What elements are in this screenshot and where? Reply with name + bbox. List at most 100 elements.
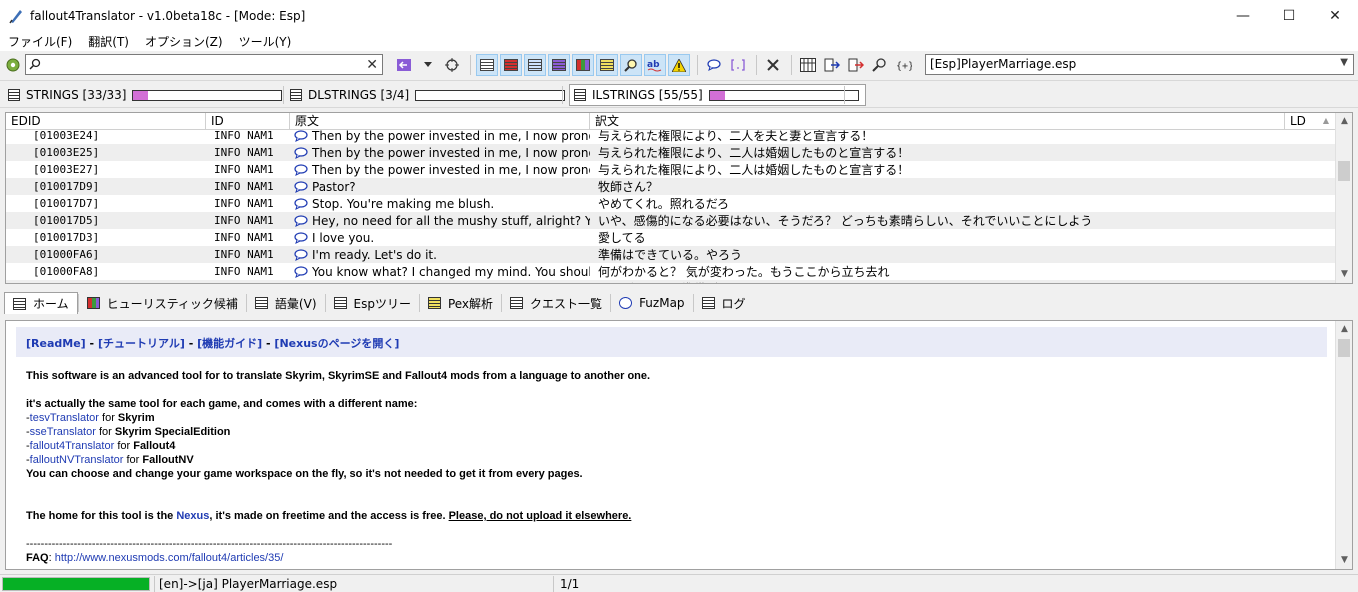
speech-bubble-icon bbox=[294, 129, 308, 142]
tab-vocabulary[interactable]: 語彙(V) bbox=[247, 292, 325, 314]
file-select[interactable]: [Esp]PlayerMarriage.esp ▼ bbox=[925, 54, 1354, 75]
filter-mixed-button[interactable] bbox=[572, 54, 594, 76]
prev-result-button[interactable] bbox=[393, 54, 415, 76]
find-button[interactable] bbox=[620, 54, 642, 76]
table-row[interactable]: [01000FA9]INFO NAM1 It's too soon, we're … bbox=[6, 280, 1337, 283]
file-select-value: [Esp]PlayerMarriage.esp bbox=[930, 57, 1077, 71]
tool-link[interactable]: fallout4Translator bbox=[30, 440, 115, 452]
tab-esp-tree[interactable]: Espツリー bbox=[326, 292, 419, 314]
filter-blue-button[interactable] bbox=[524, 54, 546, 76]
cell-source: Then by the power invested in me, I now … bbox=[290, 163, 590, 177]
readme-link[interactable]: [ReadMe] bbox=[26, 337, 86, 350]
table-row[interactable]: [01000FA8] INFO NAM1 You know what? I chan… bbox=[6, 263, 1337, 280]
cell-id: INFO NAM1 bbox=[214, 129, 274, 142]
export-button[interactable] bbox=[821, 54, 843, 76]
dlstrings-group[interactable]: DLSTRINGS [3/4] bbox=[290, 84, 566, 106]
scroll-up-icon[interactable]: ▲ bbox=[1336, 113, 1352, 130]
code-button[interactable]: {+} bbox=[893, 54, 915, 76]
menu-file[interactable]: ファイル(F) bbox=[0, 33, 80, 50]
search-input[interactable] bbox=[42, 57, 362, 72]
vocabulary-icon bbox=[254, 297, 268, 309]
scroll-down-icon[interactable]: ▼ bbox=[1336, 266, 1352, 283]
menu-tools[interactable]: ツール(Y) bbox=[231, 33, 300, 50]
search-user-button[interactable] bbox=[869, 54, 891, 76]
cell-dest: やめてくれ。照れるだろ bbox=[598, 197, 730, 211]
cell-source-text: Hey, no need for all the mushy stuff, al… bbox=[312, 213, 590, 228]
tool-game: Skyrim bbox=[117, 412, 155, 424]
table-row[interactable]: [01003E25] INFO NAM1 Then by the power inv… bbox=[6, 144, 1337, 161]
export-red-button[interactable] bbox=[845, 54, 867, 76]
close-window-button[interactable]: ✕ bbox=[1312, 0, 1358, 31]
menu-options[interactable]: オプション(Z) bbox=[137, 33, 231, 50]
grid-scrollbar[interactable]: ▲ ▼ bbox=[1335, 113, 1352, 283]
status-separator bbox=[553, 575, 554, 592]
workspace-text: You can choose and change your game work… bbox=[26, 468, 583, 480]
table-view-button[interactable] bbox=[797, 54, 819, 76]
tab-pex[interactable]: Pex解析 bbox=[420, 292, 501, 314]
cell-dest: いや、感傷的になる必要はない、そうだろ？ どっちも素晴らしい、それでいいことにし… bbox=[598, 214, 1093, 228]
cell-source-text: Then by the power invested in me, I now … bbox=[312, 162, 590, 177]
col-ld[interactable]: LD ▲ bbox=[1285, 113, 1337, 129]
faq-link[interactable]: http://www.nexusmods.com/fallout4/articl… bbox=[55, 552, 284, 564]
grid-header: EDID ID 原文 訳文 LD ▲ bbox=[6, 113, 1337, 130]
tab-quests[interactable]: クエスト一覧 bbox=[502, 292, 610, 314]
strings-group[interactable]: STRINGS [33/33] bbox=[8, 84, 283, 106]
chevron-down-icon: ▼ bbox=[1340, 57, 1348, 68]
scroll-thumb[interactable] bbox=[1338, 339, 1350, 357]
table-row[interactable]: [010017D3] INFO NAM1 I love you. 愛してる bbox=[6, 229, 1337, 246]
tab-fuzmap[interactable]: FuzMap bbox=[611, 292, 692, 314]
tool-game: Fallout4 bbox=[133, 440, 176, 452]
delete-button[interactable] bbox=[762, 54, 784, 76]
scroll-thumb[interactable] bbox=[1338, 161, 1350, 181]
tool-link[interactable]: sseTranslator bbox=[30, 426, 96, 438]
table-row[interactable]: [01000FA6] INFO NAM1 I'm ready. Let's do i… bbox=[6, 246, 1337, 263]
tool-link[interactable]: tesvTranslator bbox=[30, 412, 99, 424]
status-progress-fill bbox=[3, 577, 149, 590]
filter-yellow-button[interactable] bbox=[596, 54, 618, 76]
scroll-down-icon[interactable]: ▼ bbox=[1336, 552, 1352, 569]
brackets-button[interactable] bbox=[727, 54, 749, 76]
tab-heuristic[interactable]: ヒューリスティック候補 bbox=[79, 292, 246, 314]
tab-label: ホーム bbox=[33, 297, 69, 311]
link-bar: [ReadMe] - [チュートリアル] - [機能ガイド] - [Nexusの… bbox=[16, 327, 1327, 357]
strings-progress bbox=[132, 89, 283, 101]
target-button[interactable] bbox=[441, 54, 463, 76]
strings-progress-fill bbox=[133, 90, 149, 100]
col-dest[interactable]: 訳文 bbox=[590, 113, 1285, 129]
ilstrings-group[interactable]: ILSTRINGS [55/55] bbox=[569, 84, 866, 106]
col-source[interactable]: 原文 bbox=[290, 113, 590, 129]
upload-warning-text: Please, do not upload it elsewhere. bbox=[448, 510, 632, 522]
tutorial-link[interactable]: [チュートリアル] bbox=[98, 337, 185, 350]
nexus-link[interactable]: Nexus bbox=[176, 510, 209, 522]
tab-log[interactable]: ログ bbox=[694, 292, 754, 314]
tab-home[interactable]: ホーム bbox=[4, 292, 78, 314]
search-icon bbox=[29, 58, 41, 70]
status-page: 1/1 bbox=[560, 576, 580, 591]
filter-all-button[interactable] bbox=[476, 54, 498, 76]
col-id[interactable]: ID bbox=[206, 113, 290, 129]
tool-link[interactable]: falloutNVTranslator bbox=[30, 454, 124, 466]
spellcheck-button[interactable]: ab bbox=[644, 54, 666, 76]
filter-red-button[interactable] bbox=[500, 54, 522, 76]
feature-guide-link[interactable]: [機能ガイド] bbox=[197, 337, 262, 350]
filter-purple-button[interactable] bbox=[548, 54, 570, 76]
table-row[interactable]: [010017D7] INFO NAM1 Stop. You're making m… bbox=[6, 195, 1337, 212]
menu-translate[interactable]: 翻訳(T) bbox=[80, 33, 137, 50]
table-row[interactable]: [010017D5] INFO NAM1 Hey, no need for all … bbox=[6, 212, 1337, 229]
col-edid[interactable]: EDID bbox=[6, 113, 206, 129]
grid-blue-icon bbox=[528, 59, 542, 71]
maximize-button[interactable]: ☐ bbox=[1266, 0, 1312, 31]
gear-icon[interactable] bbox=[5, 57, 21, 73]
strings-bar: STRINGS [33/33] DLSTRINGS [3/4] ILSTRING… bbox=[0, 80, 1358, 108]
minimize-button[interactable]: — bbox=[1220, 0, 1266, 31]
clear-search-button[interactable]: ✕ bbox=[366, 57, 378, 73]
table-row[interactable]: [010017D9] INFO NAM1 Pastor? 牧師さん？ bbox=[6, 178, 1337, 195]
table-row[interactable]: [01003E27] INFO NAM1 Then by the power inv… bbox=[6, 161, 1337, 178]
dropdown-arrow-button[interactable] bbox=[417, 54, 439, 76]
warning-button[interactable] bbox=[668, 54, 690, 76]
cell-id: INFO NAM1 bbox=[206, 282, 290, 283]
speech-button[interactable] bbox=[703, 54, 725, 76]
content-scrollbar[interactable]: ▲ ▼ bbox=[1335, 321, 1352, 569]
nexus-page-link[interactable]: [Nexusのページを開く] bbox=[274, 337, 399, 350]
scroll-up-icon[interactable]: ▲ bbox=[1336, 321, 1352, 338]
